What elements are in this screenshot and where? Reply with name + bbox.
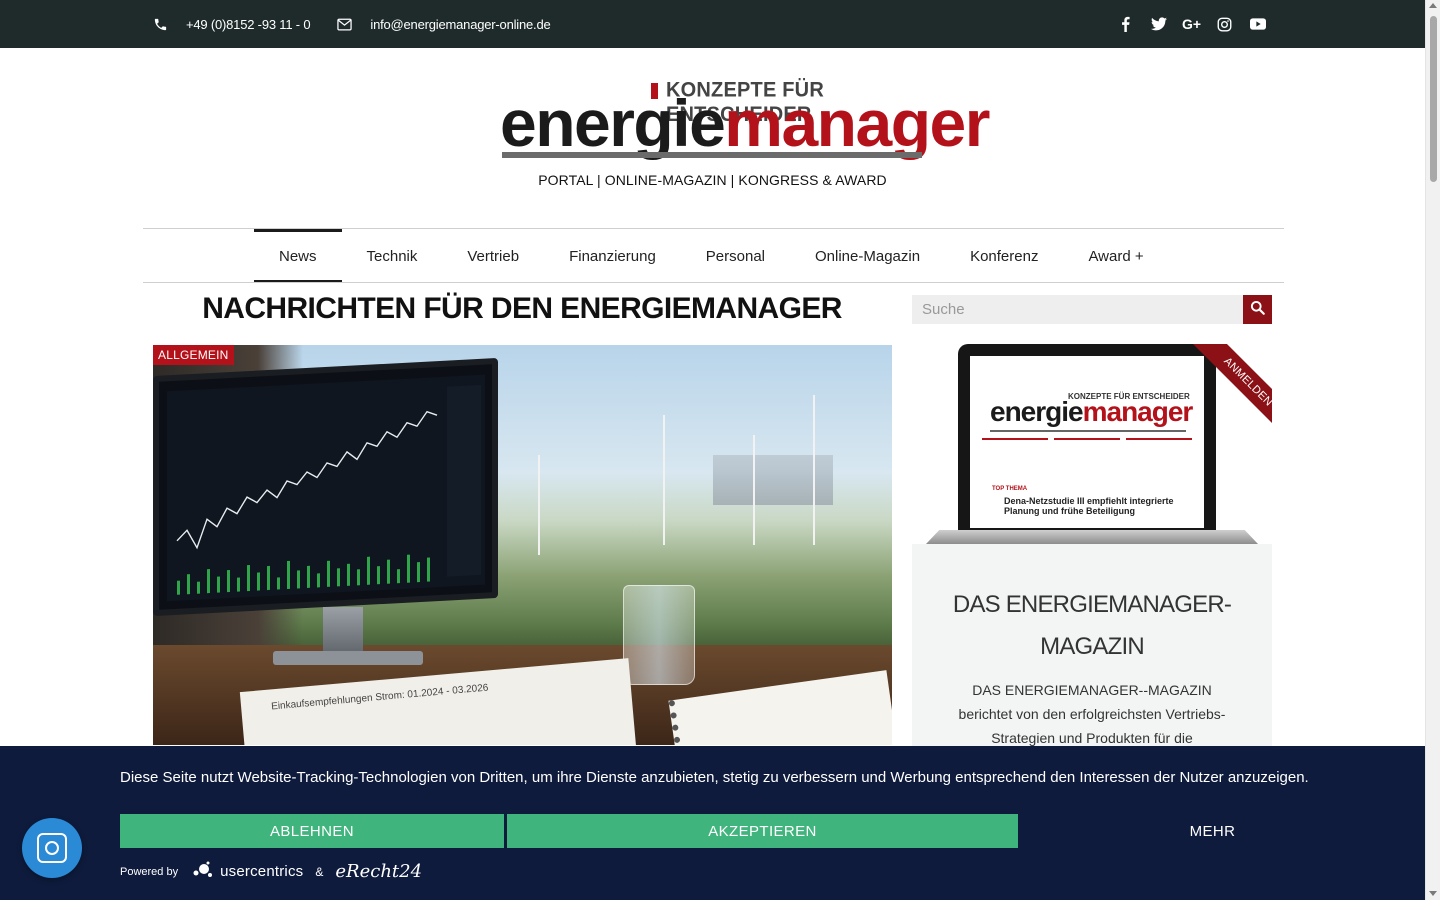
wind-turbine	[813, 395, 815, 545]
mini-column	[1054, 438, 1120, 468]
mini-columns	[982, 438, 1194, 468]
nav-item-label: Vertrieb	[467, 247, 520, 265]
main-nav: News Technik Vertrieb Finanzierung Perso…	[254, 229, 1169, 283]
scroll-down-arrow-icon[interactable]	[1429, 891, 1437, 896]
logo-wordmark: energiemanager	[500, 90, 990, 156]
paper-title: Einkaufsempfehlungen Strom: 01.2024 - 03…	[270, 682, 489, 713]
search-input[interactable]: Suche	[912, 295, 1244, 324]
mini-column	[1126, 438, 1192, 468]
privacy-settings-button[interactable]	[22, 818, 82, 878]
nav-item-technik[interactable]: Technik	[342, 229, 443, 283]
phone-link[interactable]: +49 (0)8152 -93 11 - 0	[186, 17, 311, 32]
page-title: NACHRICHTEN FÜR DEN ENERGIEMANAGER	[202, 292, 842, 325]
mini-column	[982, 438, 1048, 468]
nav-item-konferenz[interactable]: Konferenz	[945, 229, 1063, 283]
mini-logo-underline	[990, 430, 1186, 432]
search-button[interactable]	[1243, 295, 1272, 324]
nav-item-news[interactable]: News	[254, 229, 342, 283]
phone-icon	[152, 16, 168, 32]
decline-button[interactable]: ABLEHNEN	[120, 814, 504, 848]
magazine-teaser-image[interactable]: KONZEPTE FÜR ENTSCHEIDER energiemanager …	[912, 344, 1272, 544]
ribbon-label: ANMELDEN	[1190, 344, 1272, 432]
accept-button[interactable]: AKZEPTIEREN	[507, 814, 1018, 848]
mini-logo-wordmark: energiemanager	[990, 396, 1194, 428]
nav-item-label: Finanzierung	[569, 247, 656, 265]
magazine-info-box: DAS ENERGIEMANAGER-MAGAZIN DAS ENERGIEMA…	[912, 544, 1272, 770]
nav-item-vertrieb[interactable]: Vertrieb	[442, 229, 544, 283]
mini-word-manager: manager	[1082, 396, 1194, 427]
search-icon	[1250, 300, 1265, 320]
tagline: PORTAL | ONLINE-MAGAZIN | KONGRESS & AWA…	[538, 172, 887, 188]
top-bar: +49 (0)8152 -93 11 - 0 info@energiemanag…	[0, 0, 1425, 48]
nav-item-label: Konferenz	[970, 247, 1039, 265]
scroll-up-arrow-icon[interactable]	[1429, 3, 1437, 8]
wind-turbine	[538, 455, 540, 555]
envelope-icon	[336, 16, 352, 32]
erecht24-logo[interactable]: eRecht24	[335, 861, 422, 882]
email-link[interactable]: info@energiemanager-online.de	[370, 17, 550, 32]
nav-item-online-magazin[interactable]: Online-Magazin	[790, 229, 945, 283]
laptop: KONZEPTE FÜR ENTSCHEIDER energiemanager …	[958, 344, 1216, 530]
nav-item-label: Online-Magazin	[815, 247, 921, 265]
nav-item-award[interactable]: Award +	[1063, 229, 1168, 283]
mini-word-energie: energie	[990, 396, 1084, 427]
site-logo[interactable]: KONZEPTE FÜR ENTSCHEIDER energiemanager	[500, 79, 990, 164]
nav-item-label: News	[279, 247, 317, 265]
nav-item-label: Award +	[1088, 247, 1144, 265]
instagram-icon[interactable]	[1215, 15, 1234, 34]
usercentrics-logo[interactable]: usercentrics	[192, 860, 303, 883]
youtube-icon[interactable]	[1248, 15, 1267, 34]
signup-ribbon[interactable]: ANMELDEN	[1184, 344, 1272, 432]
wind-turbine	[663, 415, 665, 545]
mini-top-label: TOP THEMA	[992, 486, 1028, 492]
mini-headline: Dena-Netzstudie III empfiehlt integriert…	[1004, 496, 1174, 516]
fingerprint-icon	[37, 833, 67, 863]
logo-word-energie: energie	[500, 86, 726, 160]
facebook-icon[interactable]	[1116, 15, 1135, 34]
nav-divider-bottom	[143, 282, 1284, 283]
water-glass	[623, 585, 695, 685]
city-skyline	[713, 455, 833, 505]
magazine-title: DAS ENERGIEMANAGER-MAGAZIN	[952, 591, 1232, 660]
twitter-icon[interactable]	[1149, 15, 1168, 34]
page: +49 (0)8152 -93 11 - 0 info@energiemanag…	[0, 0, 1440, 900]
powered-by: Powered by usercentrics & eRecht24	[120, 860, 422, 883]
monitor-stand-base	[273, 651, 423, 665]
monitor-screen	[167, 374, 485, 602]
logo-word-manager: manager	[724, 86, 990, 160]
usercentrics-dots-icon	[192, 860, 214, 883]
hero-article-image[interactable]: Einkaufsempfehlungen Strom: 01.2024 - 03…	[153, 345, 892, 745]
laptop-screen: KONZEPTE FÜR ENTSCHEIDER energiemanager …	[970, 356, 1204, 528]
powered-by-ampersand: &	[315, 864, 324, 879]
monitor	[153, 357, 498, 617]
more-button[interactable]: MEHR	[1020, 814, 1405, 848]
contact-info: +49 (0)8152 -93 11 - 0 info@energiemanag…	[152, 0, 577, 48]
wind-turbine	[753, 435, 755, 545]
nav-item-personal[interactable]: Personal	[681, 229, 790, 283]
social-links: G+	[1116, 0, 1267, 48]
scrollbar[interactable]	[1425, 0, 1440, 900]
nav-item-finanzierung[interactable]: Finanzierung	[544, 229, 681, 283]
laptop-base	[926, 530, 1258, 544]
cookie-banner: Diese Seite nutzt Website-Tracking-Techn…	[0, 746, 1425, 900]
nav-item-label: Personal	[705, 247, 765, 265]
google-plus-icon[interactable]: G+	[1182, 15, 1201, 34]
scrollbar-thumb[interactable]	[1430, 16, 1437, 182]
nav-item-label: Technik	[366, 247, 418, 265]
monitor-stand	[323, 607, 363, 657]
usercentrics-label: usercentrics	[220, 863, 304, 880]
logo-underline	[502, 152, 922, 158]
cookie-message: Diese Seite nutzt Website-Tracking-Techn…	[120, 769, 1309, 786]
powered-by-label: Powered by	[120, 865, 179, 878]
category-badge[interactable]: ALLGEMEIN	[153, 345, 234, 365]
